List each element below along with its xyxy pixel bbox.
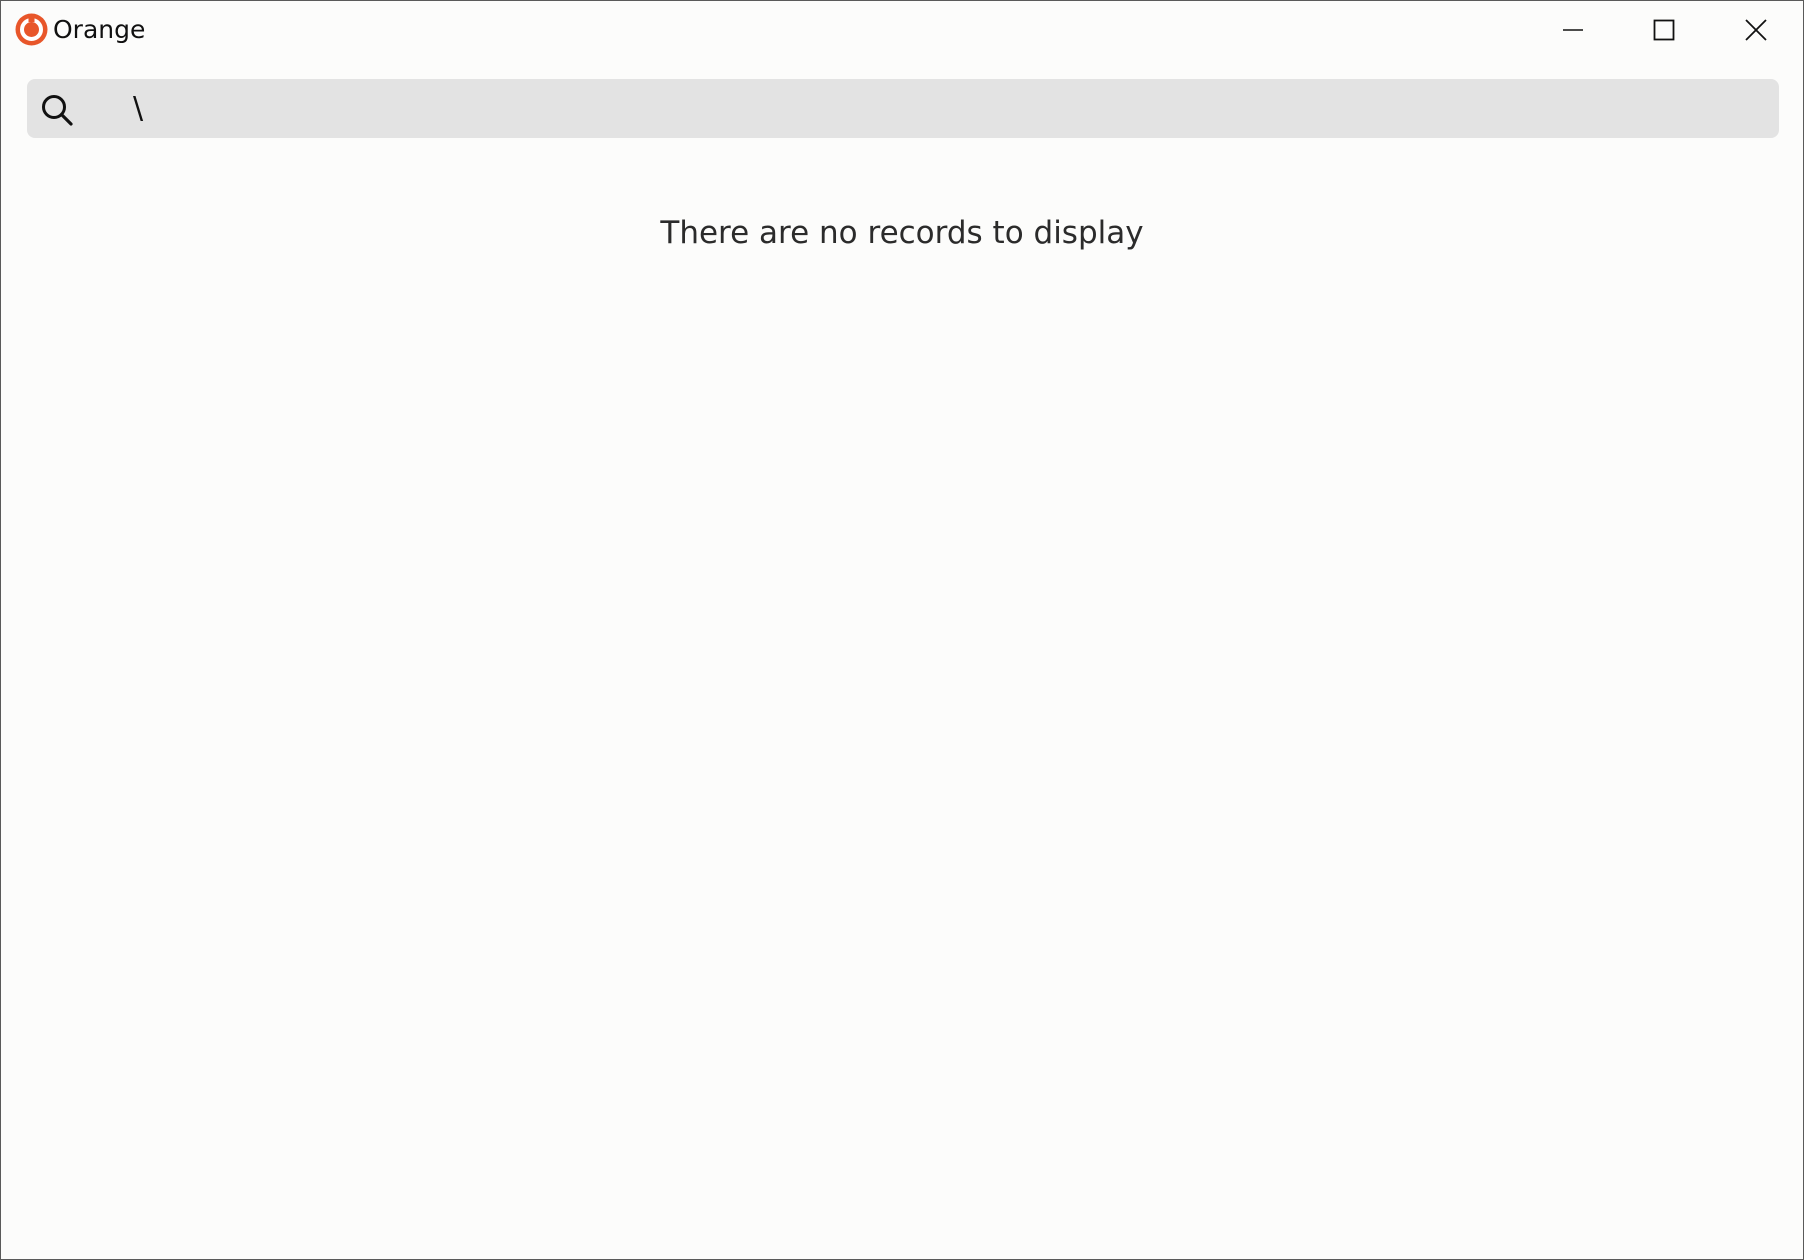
- app-logo-icon: [15, 13, 48, 46]
- minimize-button[interactable]: [1527, 1, 1619, 59]
- maximize-button[interactable]: [1618, 1, 1710, 59]
- minimize-icon: [1563, 29, 1583, 31]
- app-window: Orange There are no records to display: [0, 0, 1804, 1260]
- search-bar[interactable]: [27, 79, 1779, 138]
- close-icon: [1745, 19, 1767, 41]
- search-input[interactable]: [105, 79, 1755, 138]
- window-title: Orange: [53, 15, 146, 44]
- maximize-icon: [1653, 19, 1675, 41]
- empty-state-message: There are no records to display: [660, 215, 1144, 251]
- search-icon: [42, 95, 73, 126]
- close-button[interactable]: [1710, 1, 1802, 59]
- title-bar[interactable]: Orange: [1, 1, 1803, 59]
